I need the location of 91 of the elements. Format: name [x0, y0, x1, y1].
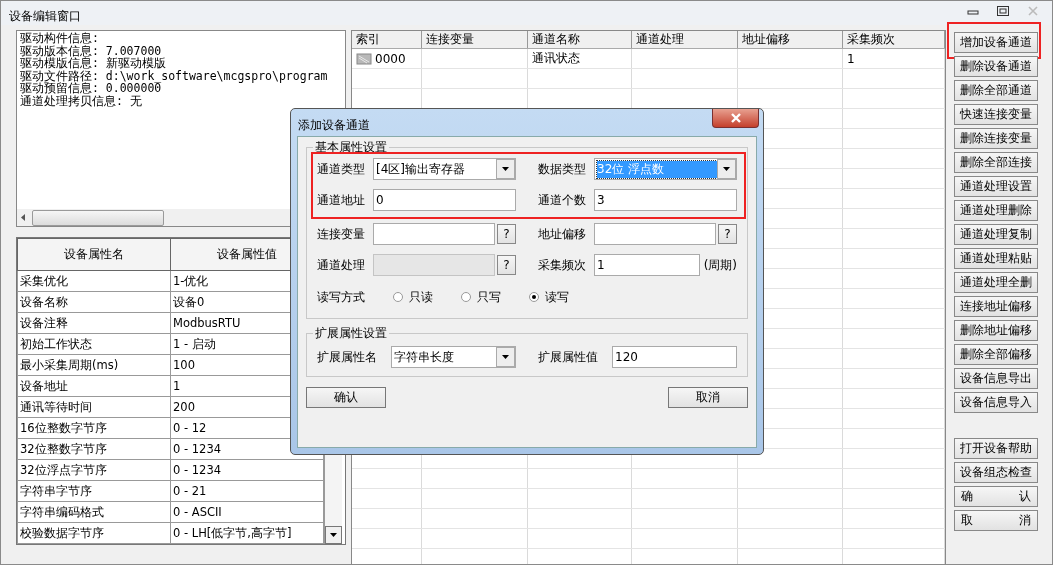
table-cell: 设备地址	[17, 375, 171, 397]
side-button[interactable]: 增加设备通道	[954, 32, 1038, 53]
scroll-down-button[interactable]	[325, 526, 342, 544]
dropdown[interactable]: [4区]输出寄存器	[373, 158, 516, 180]
table-cell: 通讯状态	[532, 50, 580, 67]
browse-button[interactable]: ?	[497, 224, 516, 244]
left-arrow-icon	[21, 214, 26, 221]
radio-label: 只读	[409, 288, 433, 306]
maximize-icon	[997, 5, 1009, 16]
table-cell: 最小采集周期(ms)	[17, 354, 171, 376]
side-button[interactable]: 通道处理全删	[954, 272, 1038, 293]
table-cell: 32位浮点字节序	[17, 459, 171, 481]
chip-icon	[356, 51, 372, 66]
side-button[interactable]: 设备组态检查	[954, 462, 1038, 483]
radio-label: 读写	[545, 288, 569, 306]
info-line: 通道处理拷贝信息: 无	[20, 94, 143, 107]
table-cell: 通讯等待时间	[17, 396, 171, 418]
close-icon	[1028, 5, 1038, 16]
side-button[interactable]: 取消	[954, 510, 1038, 531]
dialog-title: 添加设备通道	[298, 117, 370, 134]
close-icon	[729, 113, 742, 123]
field-label: 扩展属性值	[538, 348, 599, 366]
table-cell: 1	[847, 51, 855, 66]
side-button[interactable]: 连接地址偏移	[954, 296, 1038, 317]
table-cell: 0 - LH[低字节,高字节]	[170, 522, 324, 544]
radio-button[interactable]	[393, 292, 403, 302]
table-cell: 16位整数字节序	[17, 417, 171, 439]
info-line: 驱动版本信息: 7.007000	[20, 44, 162, 57]
table-cell: 采集优化	[17, 270, 171, 292]
column-header: 地址偏移	[738, 31, 843, 48]
side-button[interactable]: 删除全部偏移	[954, 344, 1038, 365]
window-title: 设备编辑窗口	[9, 8, 81, 25]
table-cell: 0000	[375, 51, 406, 66]
dropdown[interactable]: 字符串长度	[391, 346, 516, 368]
browse-button[interactable]: ?	[718, 224, 737, 244]
group-title: 扩展属性设置	[313, 325, 389, 342]
table-cell: 0 - ASCII	[170, 501, 324, 523]
field-label: 采集频次	[538, 256, 587, 274]
down-arrow-icon	[330, 533, 337, 537]
scroll-thumb[interactable]	[32, 209, 164, 226]
side-button[interactable]: 打开设备帮助	[954, 438, 1038, 459]
input-field[interactable]: 1	[594, 254, 700, 276]
radio-button[interactable]	[529, 292, 539, 302]
side-button[interactable]: 设备信息导出	[954, 368, 1038, 389]
side-button[interactable]: 设备信息导入	[954, 392, 1038, 413]
input-field[interactable]: 0	[373, 189, 516, 211]
table-cell: 字符串字节序	[17, 480, 171, 502]
side-button[interactable]: 快速连接变量	[954, 104, 1038, 125]
table-cell: 0 - 21	[170, 480, 324, 502]
column-header: 采集频次	[843, 31, 945, 48]
input-field[interactable]	[373, 223, 495, 245]
side-button[interactable]: 删除设备通道	[954, 56, 1038, 77]
column-header: 连接变量	[422, 31, 528, 48]
side-button[interactable]: 通道处理复制	[954, 224, 1038, 245]
radio-label: 只写	[477, 288, 501, 306]
column-header: 设备属性名	[17, 238, 171, 271]
column-header: 通道名称	[528, 31, 632, 48]
side-button[interactable]: 通道处理粘贴	[954, 248, 1038, 269]
column-header: 索引	[352, 31, 422, 48]
field-label: 地址偏移	[538, 225, 587, 243]
radio-button[interactable]	[461, 292, 471, 302]
info-line: 驱动文件路径: d:\work_software\mcgspro\program	[20, 69, 329, 82]
input-field[interactable]: 120	[612, 346, 737, 368]
dialog-button[interactable]: 取消	[668, 387, 748, 408]
table-cell: 设备名称	[17, 291, 171, 313]
column-header: 通道处理	[632, 31, 738, 48]
table-cell: 0 - 1234	[170, 459, 324, 481]
field-label: 数据类型	[538, 160, 587, 178]
side-button[interactable]: 通道处理删除	[954, 200, 1038, 221]
close-button[interactable]	[712, 109, 759, 128]
info-line: 驱动构件信息:	[20, 32, 100, 45]
unit-label: (周期)	[703, 256, 737, 274]
table-cell: 32位整数字节序	[17, 438, 171, 460]
field-label: 通道个数	[538, 191, 587, 209]
dialog-button[interactable]: 确认	[306, 387, 386, 408]
field-label: 通道地址	[317, 191, 366, 209]
side-button[interactable]: 删除地址偏移	[954, 320, 1038, 341]
table-cell: 初始工作状态	[17, 333, 171, 355]
table-cell: 设备注释	[17, 312, 171, 334]
table-cell: 字符串编码格式	[17, 501, 171, 523]
side-button[interactable]: 删除全部连接	[954, 152, 1038, 173]
side-button[interactable]: 通道处理设置	[954, 176, 1038, 197]
input-field[interactable]: 3	[594, 189, 737, 211]
table-cell: 校验数据字节序	[17, 522, 171, 544]
info-line: 驱动预留信息: 0.000000	[20, 82, 162, 95]
side-button[interactable]: 删除全部通道	[954, 80, 1038, 101]
field-label: 通道类型	[317, 160, 366, 178]
side-button[interactable]: 确认	[954, 486, 1038, 507]
side-button[interactable]: 删除连接变量	[954, 128, 1038, 149]
info-line: 驱动模版信息: 新驱动模版	[20, 57, 167, 70]
input-field[interactable]	[594, 223, 716, 245]
